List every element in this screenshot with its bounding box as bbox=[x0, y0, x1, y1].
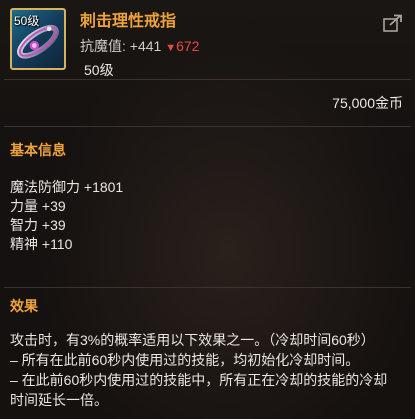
attribute-line: 魔法防御力 +1801 bbox=[10, 179, 124, 195]
item-level-badge: 50级 bbox=[14, 14, 40, 28]
price-row: 75,000金币 bbox=[0, 80, 415, 126]
effect-title: 效果 bbox=[10, 298, 38, 314]
item-price: 75,000金币 bbox=[332, 95, 403, 111]
item-icon-frame[interactable]: 50级 bbox=[10, 8, 66, 70]
required-level: 50级 bbox=[84, 62, 114, 78]
item-tooltip: 50级 刺击理性戒指 抗魔值: +441 ▼672 50级 75,000金币 基… bbox=[0, 0, 415, 419]
attribute-line: 精神 +110 bbox=[10, 236, 73, 252]
effect-line: 攻击时，有3%的概率适用以下效果之一。（冷却时间60秒） bbox=[10, 332, 375, 348]
stat-down-value: 672 bbox=[176, 38, 200, 54]
attribute-line: 力量 +39 bbox=[10, 198, 66, 214]
stat-label: 抗魔值: bbox=[80, 38, 126, 54]
effect-line: 时间延长一倍。 bbox=[10, 392, 108, 408]
stat-line: 抗魔值: +441 ▼672 bbox=[80, 36, 199, 56]
effect-line: – 在此前60秒内使用过的技能中，所有正在冷却的技能的冷却 bbox=[10, 372, 388, 388]
down-arrow-icon: ▼ bbox=[165, 42, 177, 54]
item-name: 刺击理性戒指 bbox=[80, 13, 177, 30]
tooltip-header: 50级 刺击理性戒指 抗魔值: +441 ▼672 50级 bbox=[0, 0, 415, 79]
share-icon[interactable] bbox=[383, 14, 403, 32]
effect-section: 效果 攻击时，有3%的概率适用以下效果之一。（冷却时间60秒） – 所有在此前6… bbox=[0, 288, 415, 410]
basic-info-section: 基本信息 魔法防御力 +1801 力量 +39 智力 +39 精神 +110 bbox=[0, 127, 415, 287]
stat-up-value: +441 bbox=[129, 38, 162, 54]
effect-line: – 所有在此前60秒内使用过的技能，均初始化冷却时间。 bbox=[10, 352, 360, 368]
basic-info-title: 基本信息 bbox=[10, 142, 66, 158]
attribute-line: 智力 +39 bbox=[10, 217, 66, 233]
